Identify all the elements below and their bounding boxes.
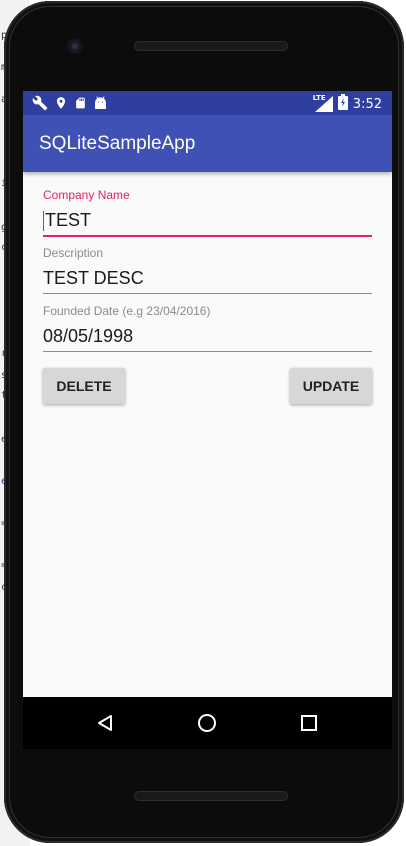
description-value: TEST DESC [43,268,144,288]
company-name-label: Company Name [43,188,130,202]
text-cursor [43,211,44,232]
navigation-bar [23,697,392,749]
description-field[interactable]: Description TEST DESC [43,246,372,294]
founded-date-input[interactable]: 08/05/1998 [43,324,372,348]
description-label: Description [43,246,104,260]
company-name-underline [43,235,372,237]
update-button[interactable]: UPDATE [290,368,372,404]
location-pin-icon [54,95,68,115]
status-bar: LTE 3:52 [23,91,392,115]
status-icons-right: LTE 3:52 [312,94,382,114]
recents-icon[interactable] [297,711,321,735]
network-type-label: LTE [312,94,326,102]
top-speaker-grille [134,41,288,51]
battery-charging-icon [337,94,348,114]
bottom-speaker-grille [134,791,288,801]
status-icons-left [32,95,108,115]
status-time: 3:52 [352,96,382,112]
description-input[interactable]: TEST DESC [43,266,372,290]
company-name-field[interactable]: Company Name TEST [43,188,372,237]
sd-card-icon [74,95,87,115]
description-underline [43,293,372,294]
signal-icon: LTE [312,94,333,112]
founded-date-label: Founded Date (e.g 23/04/2016) [43,304,211,318]
home-icon[interactable] [195,711,219,735]
founded-date-field[interactable]: Founded Date (e.g 23/04/2016) 08/05/1998 [43,304,372,352]
app-bar: SQLiteSampleApp [23,115,392,172]
founded-date-value: 08/05/1998 [43,326,134,346]
founded-date-underline [43,351,372,352]
back-icon[interactable] [93,711,117,735]
company-name-value: TEST [45,210,92,230]
wrench-icon [32,95,48,115]
app-title: SQLiteSampleApp [39,133,196,154]
company-name-input[interactable]: TEST [43,208,372,232]
app-screen: LTE 3:52 SQLiteSampleApp Company Name TE… [23,91,392,697]
delete-button[interactable]: DELETE [43,368,125,404]
front-camera [68,39,82,53]
android-icon [93,95,108,115]
